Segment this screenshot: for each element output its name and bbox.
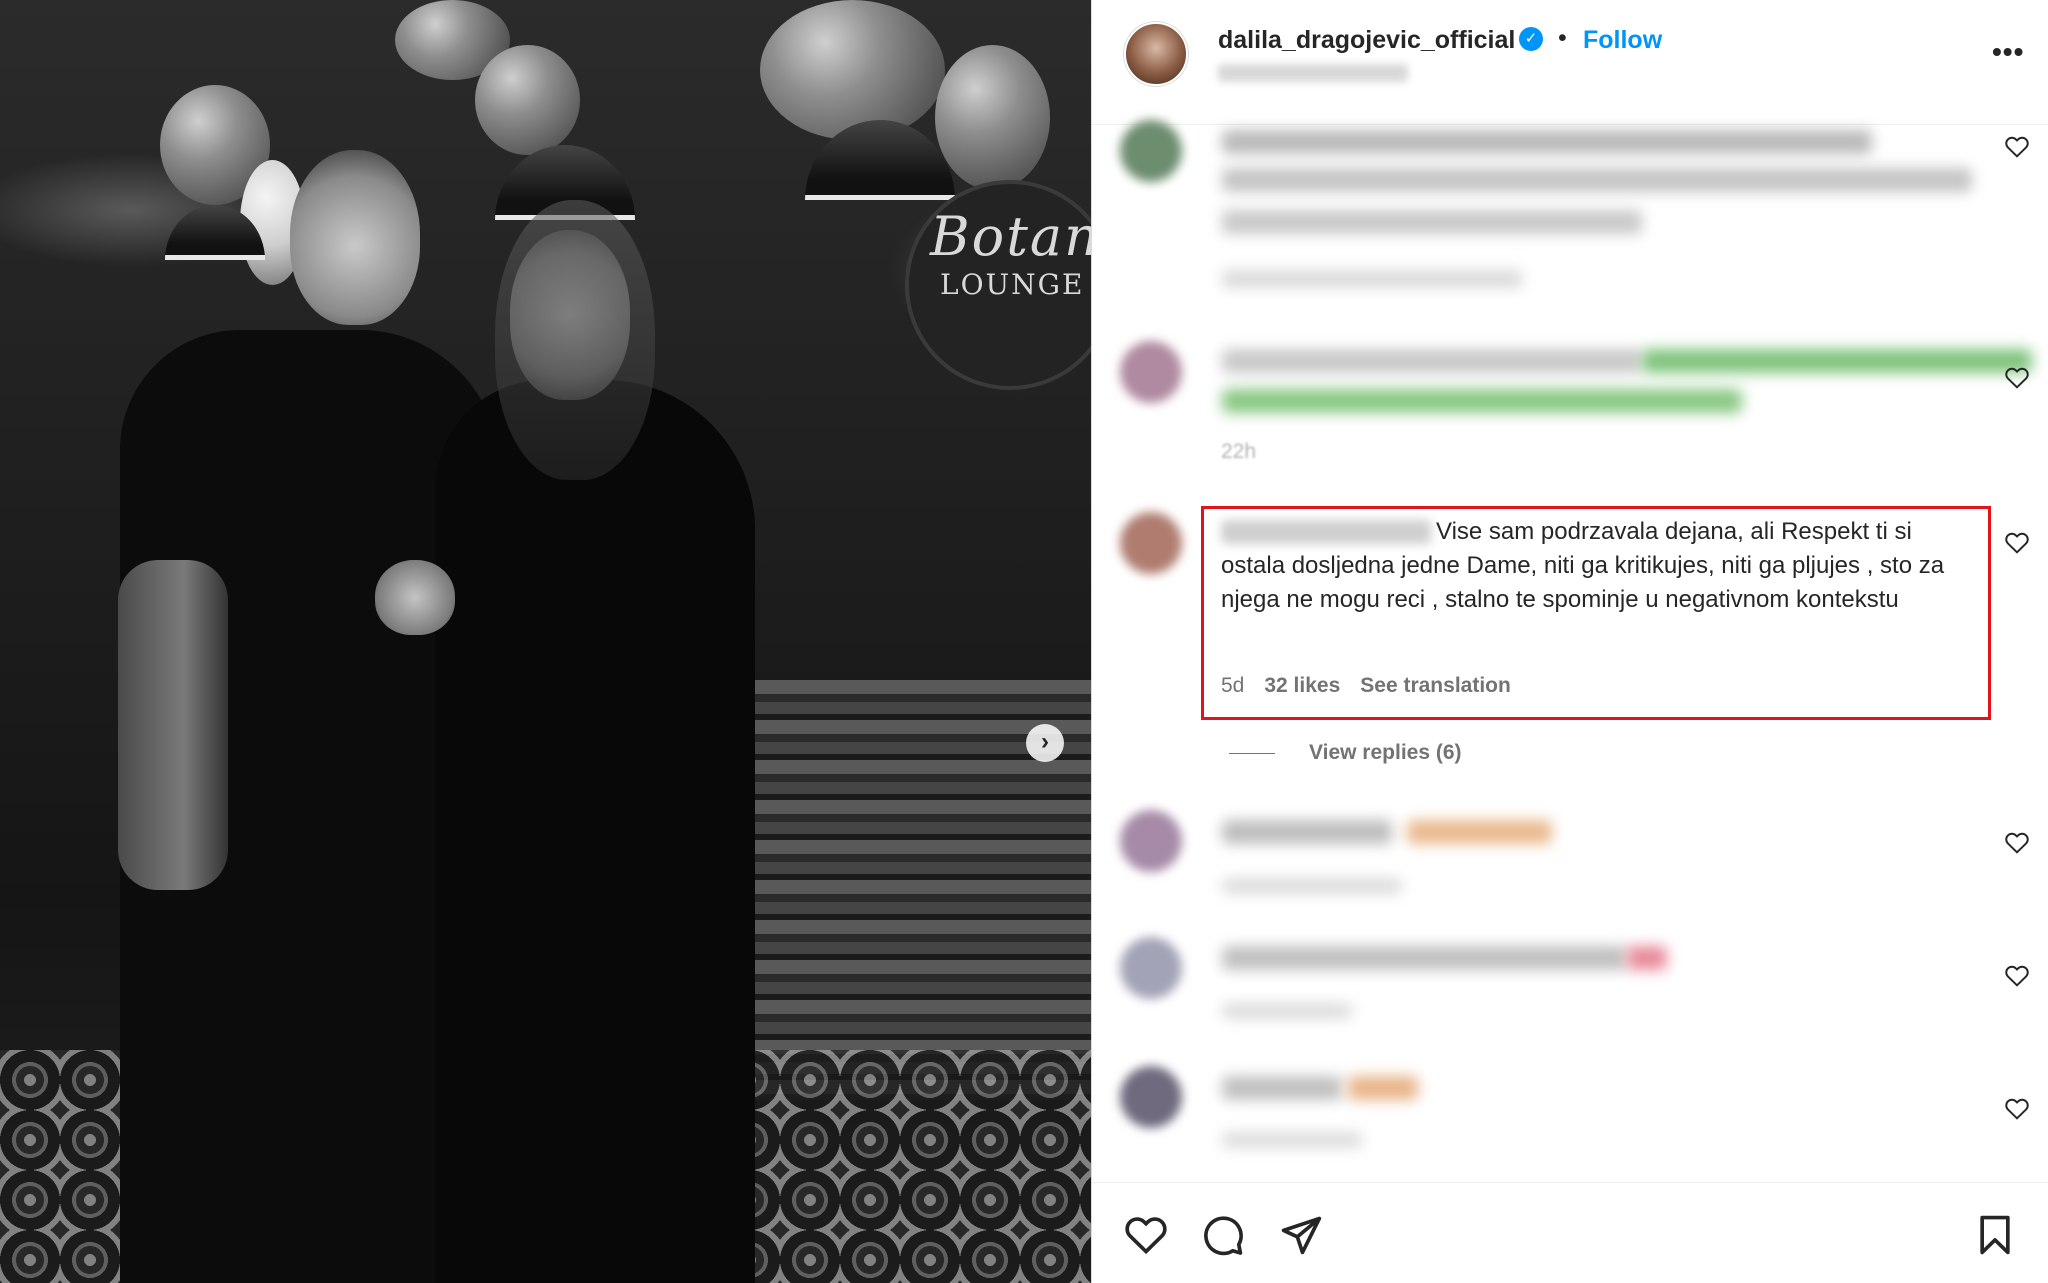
bookmark-icon[interactable] [1973,1213,2017,1257]
comment-avatar[interactable] [1120,1066,1182,1128]
comment-text-blurred [1222,168,1972,192]
comment-timestamp: 22h [1221,440,1257,463]
follow-button[interactable]: Follow [1583,26,1662,55]
comment-text-blurred [1222,946,1627,970]
comment-like-heart-icon[interactable] [2004,365,2030,389]
view-replies-button[interactable]: View replies (6) [1229,741,1462,765]
post-photo[interactable]: Botani LOUNGE › [0,0,1091,1283]
balloon [475,45,580,155]
header-separator: • [1558,24,1567,52]
lounge-sign-script: Botani [930,205,1091,268]
comment-text-blurred [1348,1076,1418,1100]
comment-like-heart-icon[interactable] [2004,830,2030,854]
post-actions-bar [1092,1182,2048,1283]
comment-text-blurred [1222,210,1642,234]
comment-meta-blurred [1222,270,1522,288]
comment-meta-blurred [1222,1003,1352,1019]
comment-text: Vise sam podrzavala dejana, ali Respekt … [1221,518,1945,613]
comment-avatar[interactable] [1120,810,1182,872]
replies-line [1229,752,1275,754]
balloon [935,45,1050,190]
comment-item [1092,800,2048,910]
comment-like-heart-icon[interactable] [2004,530,2030,554]
comment-meta-blurred [1222,878,1402,894]
comment-avatar[interactable] [1120,341,1182,403]
verified-badge-icon: ✓ [1519,27,1543,51]
man-arm [118,560,228,890]
view-replies-label: View replies (6) [1309,741,1462,764]
comment-text-blurred [1222,130,1872,154]
comment-text-blurred [1222,820,1392,844]
comment-text-blurred [1642,349,2032,373]
comment-like-heart-icon[interactable] [2004,963,2030,987]
comment-avatar[interactable] [1120,120,1182,182]
comment-likes-count[interactable]: 32 likes [1264,674,1340,697]
woman-hair [495,200,655,480]
comment-meta: 5d 32 likes See translation [1221,674,1531,698]
comment-item [1092,933,2048,1043]
comment-item [1092,110,2048,330]
author-avatar[interactable] [1124,22,1188,86]
comment-avatar[interactable] [1120,512,1182,574]
comment-avatar[interactable] [1120,937,1182,999]
comment-timestamp: 5d [1221,674,1245,697]
comment-text-blurred [1222,389,1742,413]
comment-text-blurred [1222,349,1642,373]
woman-body [435,380,755,1283]
like-heart-icon[interactable] [1124,1213,1168,1257]
comment-like-heart-icon[interactable] [2004,134,2030,158]
woman-hand [375,560,455,635]
comment-text-blurred [1627,946,1667,970]
man-head [290,150,420,325]
comment-item [1092,1062,2048,1172]
balloon [760,0,945,140]
author-username[interactable]: dalila_dragojevic_official [1218,26,1515,55]
post-sidebar: dalila_dragojevic_official ✓ • Follow ••… [1091,0,2048,1283]
lounge-sign-word: LOUNGE [940,268,1085,301]
comment-text-blurred [1222,1076,1342,1100]
carousel-next-button[interactable]: › [1026,724,1064,762]
comment-bubble-icon[interactable] [1201,1213,1245,1257]
paper-plane-icon[interactable] [1279,1213,1323,1257]
more-options-icon[interactable]: ••• [1992,36,2024,68]
comment-meta-blurred [1222,1132,1362,1148]
comment-text-blurred [1407,820,1552,844]
comment-like-heart-icon[interactable] [2004,1096,2030,1120]
see-translation-button[interactable]: See translation [1360,674,1511,697]
post-header: dalila_dragojevic_official ✓ • Follow ••… [1092,0,2048,125]
post-location-blurred [1218,64,1408,82]
